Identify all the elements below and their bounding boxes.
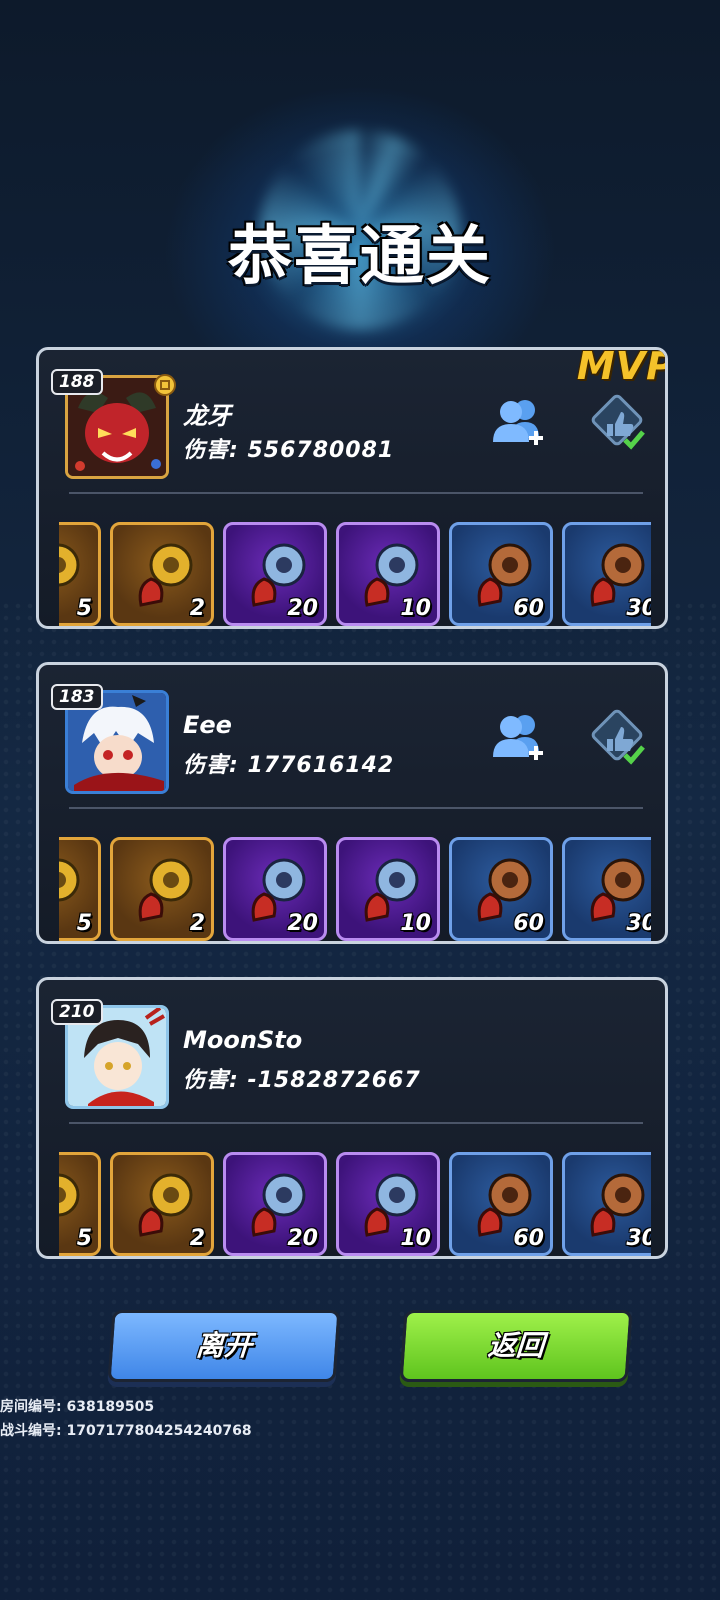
reward-qty: 5: [76, 911, 92, 936]
player-avatar-wrap[interactable]: 210: [51, 999, 169, 1109]
reward-qty: 10: [400, 911, 431, 936]
reward-qty: 60: [513, 596, 544, 621]
reward-qty: 60: [513, 1226, 544, 1251]
reward-item-gold[interactable]: 2: [110, 1152, 214, 1256]
add-friend-icon: [493, 715, 543, 760]
player-level: 188: [51, 369, 103, 395]
reward-item-blue[interactable]: 60: [449, 1152, 553, 1256]
reward-qty: 60: [513, 911, 544, 936]
player-name: 龙牙: [183, 402, 231, 430]
reward-list: 5 2 20 10 60 30: [59, 1152, 651, 1256]
player-avatar-wrap[interactable]: 188: [51, 369, 176, 479]
reward-item-gold[interactable]: 2: [110, 837, 214, 941]
coin-pouch-icon: [138, 1173, 193, 1237]
player-avatar-wrap[interactable]: 183: [51, 684, 169, 794]
player-card-1: MVP 188 龙牙 伤害: 556780081 5 2 20 10 60 3: [36, 347, 668, 629]
reward-qty: 10: [400, 1226, 431, 1251]
add-friend-button[interactable]: [489, 394, 545, 454]
page-title: 恭喜通关: [228, 220, 492, 294]
player-level: 210: [51, 999, 103, 1025]
coin-icon: [154, 374, 176, 396]
leave-button[interactable]: 离开: [107, 1310, 341, 1382]
coin-pouch-icon: [138, 543, 193, 607]
reward-item-purple[interactable]: 20: [223, 522, 327, 626]
player-name: Eee: [183, 711, 232, 739]
reward-qty: 20: [287, 1226, 318, 1251]
reward-item-purple[interactable]: 10: [336, 837, 440, 941]
coin-pouch-icon: [138, 858, 193, 922]
reward-item-blue[interactable]: 60: [449, 837, 553, 941]
card-divider: [69, 1122, 643, 1124]
reward-item-purple[interactable]: 10: [336, 1152, 440, 1256]
reward-qty: 20: [287, 596, 318, 621]
mvp-badge: MVP: [576, 347, 668, 388]
thumbs-up-icon: [591, 394, 645, 450]
reward-qty: 2: [189, 911, 205, 936]
reward-item-gold[interactable]: 5: [59, 837, 101, 941]
reward-item-purple[interactable]: 20: [223, 837, 327, 941]
add-friend-button[interactable]: [489, 709, 545, 769]
battle-id-text: 战斗编号: 1707177804254240768: [0, 1423, 252, 1439]
player-damage: 伤害: -1582872667: [183, 1068, 421, 1093]
reward-item-gold[interactable]: 2: [110, 522, 214, 626]
reward-item-blue[interactable]: 30: [562, 1152, 651, 1256]
reward-qty: 10: [400, 596, 431, 621]
reward-qty: 30: [626, 1226, 651, 1251]
room-id-text: 房间编号: 638189505: [0, 1399, 155, 1415]
reward-qty: 30: [626, 911, 651, 936]
reward-qty: 30: [626, 596, 651, 621]
reward-item-gold[interactable]: 5: [59, 1152, 101, 1256]
reward-item-gold[interactable]: 5: [59, 522, 101, 626]
back-button[interactable]: 返回: [399, 1310, 633, 1382]
player-name: MoonSto: [183, 1026, 303, 1054]
player-level: 183: [51, 684, 103, 710]
player-damage: 伤害: 177616142: [183, 753, 395, 778]
like-button[interactable]: [587, 709, 647, 769]
reward-qty: 5: [76, 1226, 92, 1251]
reward-qty: 20: [287, 911, 318, 936]
reward-list: 5 2 20 10 60 30: [59, 837, 651, 941]
reward-qty: 2: [189, 596, 205, 621]
card-divider: [69, 807, 643, 809]
reward-item-blue[interactable]: 30: [562, 837, 651, 941]
reward-item-blue[interactable]: 30: [562, 522, 651, 626]
thumbs-up-icon: [591, 709, 645, 765]
reward-list: 5 2 20 10 60 30: [59, 522, 651, 626]
reward-qty: 2: [189, 1226, 205, 1251]
add-friend-icon: [493, 400, 543, 445]
reward-item-purple[interactable]: 10: [336, 522, 440, 626]
card-divider: [69, 492, 643, 494]
like-button[interactable]: [587, 394, 647, 454]
reward-qty: 5: [76, 596, 92, 621]
reward-item-purple[interactable]: 20: [223, 1152, 327, 1256]
reward-item-blue[interactable]: 60: [449, 522, 553, 626]
player-card-2: 183 Eee 伤害: 177616142 5 2 20 10 60 3: [36, 662, 668, 944]
player-damage: 伤害: 556780081: [183, 438, 395, 463]
player-card-3: 210 MoonSto 伤害: -1582872667 5 2 20 10 60…: [36, 977, 668, 1259]
